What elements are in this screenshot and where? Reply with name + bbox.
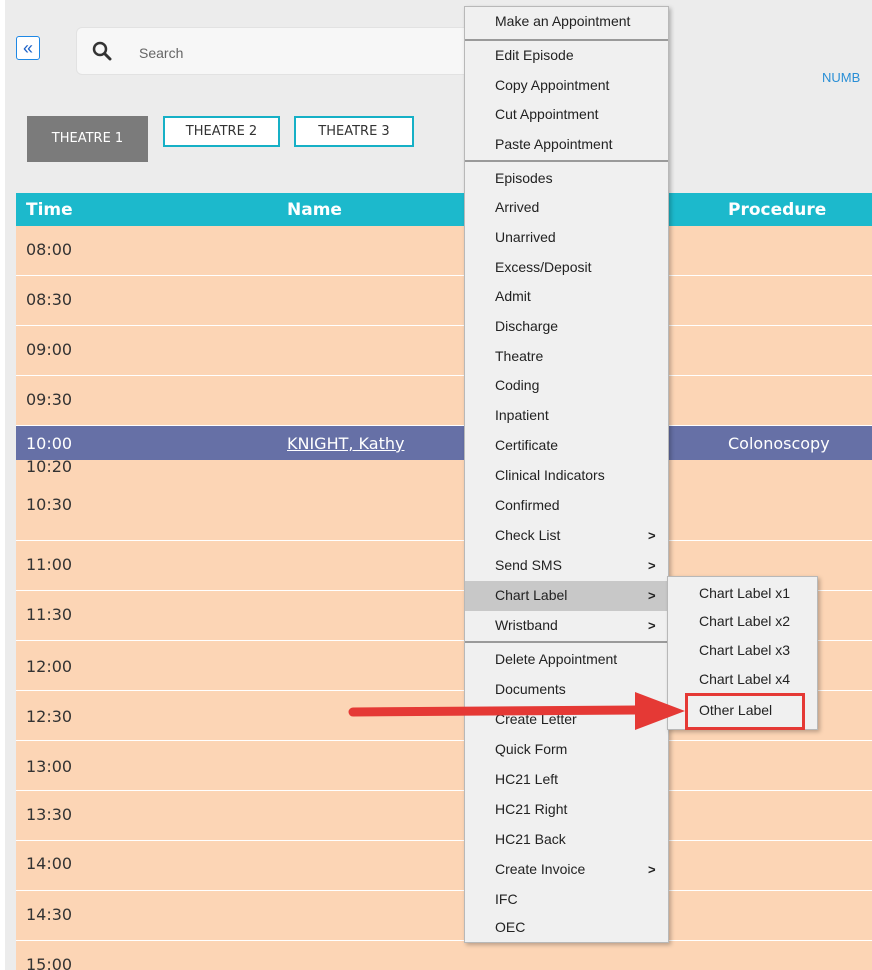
table-row[interactable]: 14:00 <box>16 841 872 891</box>
menu-item-certificate[interactable]: Certificate <box>465 431 668 461</box>
menu-item-theatre[interactable]: Theatre <box>465 342 668 372</box>
appointment-row[interactable]: 10:00 KNIGHT, Kathy Colonoscopy <box>16 426 872 460</box>
menu-item-confirmed[interactable]: Confirmed <box>465 491 668 521</box>
slot-time: 13:00 <box>26 757 73 776</box>
submenu-item-chart-label-x1[interactable]: Chart Label x1 <box>699 585 790 601</box>
table-row[interactable]: 15:00 <box>16 941 872 970</box>
menu-item-clinical-indicators[interactable]: Clinical Indicators <box>465 461 668 491</box>
header-name: Name <box>287 200 342 220</box>
menu-item-send-sms[interactable]: Send SMS > <box>465 551 668 581</box>
menu-item-make-appointment[interactable]: Make an Appointment <box>465 7 668 37</box>
slot-time: 08:30 <box>26 290 73 309</box>
menu-item-episodes[interactable]: Episodes <box>465 164 668 194</box>
menu-item-admit[interactable]: Admit <box>465 282 668 312</box>
menu-item-hc21-back[interactable]: HC21 Back <box>465 825 668 855</box>
table-row[interactable]: 08:00 <box>16 226 872 276</box>
menu-item-arrived[interactable]: Arrived <box>465 193 668 223</box>
menu-item-paste-appointment[interactable]: Paste Appointment <box>465 130 668 160</box>
submenu-item-chart-label-x2[interactable]: Chart Label x2 <box>699 613 790 629</box>
table-row[interactable]: 14:30 <box>16 891 872 941</box>
menu-item-create-invoice[interactable]: Create Invoice > <box>465 855 668 885</box>
tab-theatre-2[interactable]: THEATRE 2 <box>163 116 280 147</box>
menu-item-discharge[interactable]: Discharge <box>465 312 668 342</box>
menu-item-unarrived[interactable]: Unarrived <box>465 223 668 253</box>
submenu-item-chart-label-x4[interactable]: Chart Label x4 <box>699 671 790 687</box>
number-label[interactable]: NUMB <box>822 70 860 85</box>
slot-time: 10:00 <box>26 434 73 453</box>
search-box[interactable]: Search <box>76 27 476 75</box>
header-procedure: Procedure <box>728 200 827 220</box>
slot-time: 08:00 <box>26 240 73 259</box>
menu-item-edit-episode[interactable]: Edit Episode <box>465 41 668 71</box>
menu-item-ifc[interactable]: IFC <box>465 885 668 915</box>
slot-time: 14:00 <box>26 854 73 873</box>
menu-item-excess-deposit[interactable]: Excess/Deposit <box>465 253 668 283</box>
menu-item-delete-appointment[interactable]: Delete Appointment <box>465 645 668 675</box>
collapse-sidebar-button[interactable]: « <box>16 36 40 60</box>
menu-separator <box>465 641 668 643</box>
table-row[interactable]: 09:00 <box>16 326 872 376</box>
table-row[interactable]: 08:30 <box>16 276 872 326</box>
slot-time: 12:30 <box>26 707 73 726</box>
submenu-arrow-icon: > <box>648 528 656 543</box>
menu-item-quick-form[interactable]: Quick Form <box>465 735 668 765</box>
slot-time: 11:00 <box>26 555 73 574</box>
menu-item-chart-label[interactable]: Chart Label > <box>465 581 668 611</box>
menu-item-inpatient[interactable]: Inpatient <box>465 401 668 431</box>
patient-name-link[interactable]: KNIGHT, Kathy <box>287 434 404 453</box>
tab-theatre-3[interactable]: THEATRE 3 <box>294 116 414 147</box>
table-row[interactable]: 10:30 <box>16 476 872 541</box>
table-row[interactable]: 13:30 <box>16 791 872 841</box>
search-icon <box>92 41 112 61</box>
slot-time: 10:30 <box>26 495 73 514</box>
table-row[interactable]: 09:30 <box>16 376 872 426</box>
procedure-cell: Colonoscopy <box>728 434 830 453</box>
table-row[interactable]: 10:20 <box>16 457 872 476</box>
slot-time: 14:30 <box>26 905 73 924</box>
menu-item-wristband[interactable]: Wristband > <box>465 611 668 641</box>
menu-item-cut-appointment[interactable]: Cut Appointment <box>465 100 668 130</box>
tab-theatre-1[interactable]: THEATRE 1 <box>27 116 148 162</box>
left-edge <box>0 0 5 970</box>
header-time: Time <box>26 200 73 220</box>
menu-item-hc21-right[interactable]: HC21 Right <box>465 795 668 825</box>
annotation-arrow-icon <box>348 692 685 730</box>
scheduler-app: « Search NUMB THEATRE 1 THEATRE 2 THEATR… <box>0 0 872 970</box>
slot-time: 09:00 <box>26 340 73 359</box>
slot-time: 13:30 <box>26 805 73 824</box>
submenu-arrow-icon: > <box>648 862 656 877</box>
context-menu: Make an Appointment Edit Episode Copy Ap… <box>464 6 669 943</box>
menu-item-coding[interactable]: Coding <box>465 371 668 401</box>
table-header: Time Name Procedure <box>16 193 872 226</box>
submenu-arrow-icon: > <box>648 588 656 603</box>
annotation-highlight-box <box>685 693 805 730</box>
slot-time: 12:00 <box>26 657 73 676</box>
slot-time: 10:20 <box>26 457 73 476</box>
search-placeholder: Search <box>139 45 184 61</box>
menu-item-oec[interactable]: OEC <box>465 913 668 943</box>
submenu-arrow-icon: > <box>648 558 656 573</box>
menu-item-copy-appointment[interactable]: Copy Appointment <box>465 71 668 101</box>
slot-time: 15:00 <box>26 955 73 970</box>
slot-time: 11:30 <box>26 605 73 624</box>
menu-separator <box>465 160 668 162</box>
menu-item-check-list[interactable]: Check List > <box>465 521 668 551</box>
submenu-arrow-icon: > <box>648 618 656 633</box>
double-chevron-left-icon: « <box>22 38 33 58</box>
slot-time: 09:30 <box>26 390 73 409</box>
table-row[interactable]: 13:00 <box>16 741 872 791</box>
menu-item-hc21-left[interactable]: HC21 Left <box>465 765 668 795</box>
submenu-item-chart-label-x3[interactable]: Chart Label x3 <box>699 642 790 658</box>
